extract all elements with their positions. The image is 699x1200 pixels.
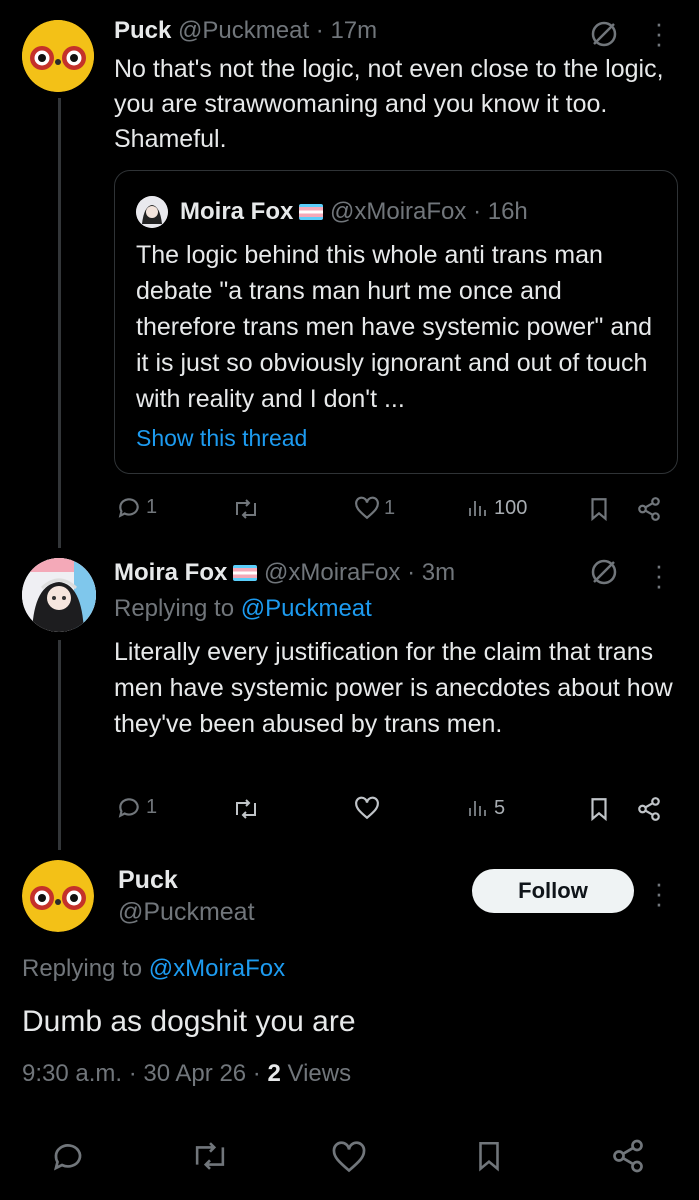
trans-flag-icon [299, 204, 324, 220]
retweet-icon[interactable] [190, 1138, 230, 1174]
views-icon [469, 801, 486, 816]
quote-author-name: Moira Fox [180, 198, 294, 225]
reply-button[interactable]: 1 [116, 494, 157, 520]
reply-icon [118, 498, 139, 518]
views-button[interactable]: 100 [466, 496, 527, 520]
share-icon[interactable] [636, 796, 662, 822]
like-button[interactable]: 1 [354, 496, 395, 520]
more-icon[interactable]: · · · [652, 870, 666, 916]
views-icon [469, 501, 486, 516]
author-handle[interactable]: @Puckmeat [118, 898, 255, 927]
reply-count: 1 [146, 495, 158, 518]
reply-icon [118, 798, 139, 818]
share-icon[interactable] [636, 496, 662, 522]
quote-author-handle: @xMoiraFox [330, 198, 467, 225]
retweet-button[interactable] [232, 496, 260, 522]
bookmark-icon[interactable] [586, 496, 612, 522]
no-sign-icon[interactable] [588, 18, 620, 50]
tweet-time[interactable]: · 17m [316, 17, 377, 44]
tweet-timestamp[interactable]: 9:30 a.m. · 30 Apr 26 · [22, 1060, 267, 1087]
tweet-text: Literally every justification for the cl… [114, 638, 673, 738]
main-tweet-text: Dumb as dogshit you are [22, 1005, 356, 1038]
owl-eyes-avatar-icon [22, 20, 94, 92]
like-icon[interactable] [331, 1140, 367, 1174]
author-handle[interactable]: @xMoiraFox [264, 559, 400, 586]
thread-line [58, 640, 61, 850]
reply-button[interactable]: 1 [116, 794, 157, 820]
share-icon[interactable] [610, 1138, 646, 1174]
avatar-moira-small [136, 196, 168, 228]
thread-line [58, 98, 61, 548]
author-name[interactable]: Moira Fox [114, 559, 227, 586]
replying-to-label: Replying to [22, 955, 143, 982]
views-label: Views [287, 1060, 352, 1087]
quote-time: · 16h [473, 198, 528, 225]
author-name[interactable]: Puck [118, 866, 178, 895]
like-button[interactable] [354, 796, 380, 820]
more-icon[interactable]: · · · [652, 552, 666, 598]
retweet-icon [236, 499, 256, 519]
owl-eyes-avatar-icon [22, 860, 94, 932]
views-count: 5 [494, 796, 506, 819]
retweet-button[interactable] [232, 796, 260, 822]
quote-text: The logic behind this whole anti trans m… [136, 241, 653, 413]
bookmark-icon[interactable] [472, 1138, 506, 1174]
reply-icon[interactable] [50, 1138, 86, 1174]
replying-to-label: Replying to [114, 595, 235, 622]
tweet-text: No that's not the logic, not even close … [114, 55, 664, 153]
avatar-moira[interactable] [22, 558, 96, 632]
quoted-tweet[interactable]: Moira Fox @xMoiraFox · 16h The logic beh… [114, 170, 678, 474]
avatar-puck[interactable] [22, 20, 94, 92]
bookmark-icon[interactable] [586, 796, 612, 822]
avatar-puck[interactable] [22, 860, 94, 932]
follow-button[interactable]: Follow [472, 869, 634, 913]
show-thread-link[interactable]: Show this thread [136, 425, 307, 452]
like-count: 1 [384, 496, 396, 519]
retweet-icon [236, 799, 256, 819]
trans-flag-icon [233, 565, 258, 581]
reply-count: 1 [146, 795, 158, 818]
like-icon [355, 796, 379, 820]
replying-to-handle[interactable]: @xMoiraFox [149, 955, 285, 982]
more-icon[interactable]: · · · [652, 10, 666, 56]
views-count: 2 [267, 1060, 281, 1087]
tweet-time[interactable]: · 3m [407, 559, 455, 586]
replying-to-handle[interactable]: @Puckmeat [241, 595, 372, 622]
no-sign-icon[interactable] [588, 556, 620, 588]
views-button[interactable]: 5 [466, 796, 505, 820]
author-name[interactable]: Puck [114, 17, 171, 44]
author-handle[interactable]: @Puckmeat [178, 17, 309, 44]
like-icon [355, 496, 379, 520]
views-count: 100 [494, 496, 528, 519]
